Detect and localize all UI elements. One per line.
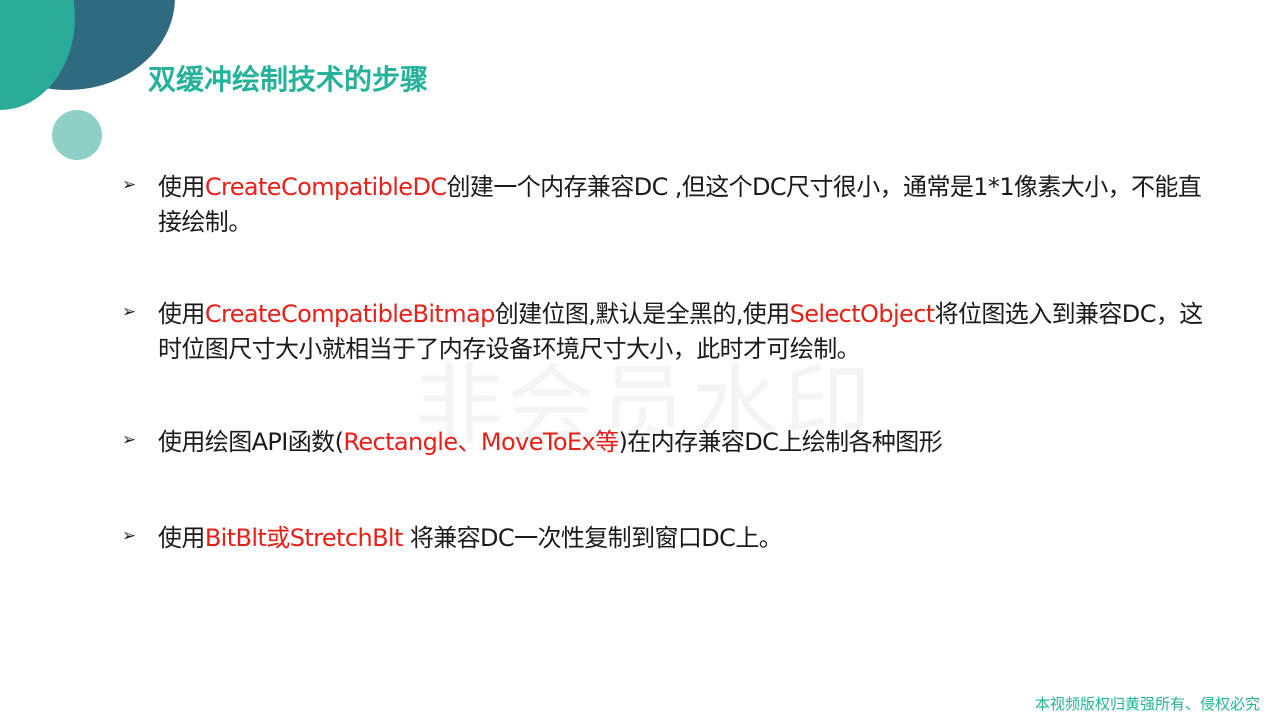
bullet-highlight: SelectObject xyxy=(789,300,936,328)
bullet-item-3: ➢ 使用绘图API函数(Rectangle、MoveToEx等)在内存兼容DC上… xyxy=(120,425,1220,460)
bullet-text-part: 使用 xyxy=(158,524,205,552)
bullet-text: 使用CreateCompatibleDC创建一个内存兼容DC ,但这个DC尺寸很… xyxy=(158,170,1220,240)
bullet-text-part: 使用 xyxy=(158,300,205,328)
copyright-footer: 本视频版权归黄强所有、侵权必究 xyxy=(1034,695,1260,713)
slide: 双缓冲绘制技术的步骤 非会员水印 ➢ 使用CreateCompatibleDC创… xyxy=(0,0,1280,720)
bullet-text-part: 使用绘图API函数( xyxy=(158,428,344,456)
bullet-text-part: 使用 xyxy=(158,173,205,201)
decor-circle-teal xyxy=(0,0,75,110)
bullet-highlight: CreateCompatibleBitmap xyxy=(204,300,496,328)
arrowhead-bullet-icon: ➢ xyxy=(122,526,137,546)
bullet-text: 使用BitBlt或StretchBlt 将兼容DC一次性复制到窗口DC上。 xyxy=(158,521,1220,556)
bullet-item-1: ➢ 使用CreateCompatibleDC创建一个内存兼容DC ,但这个DC尺… xyxy=(120,170,1220,240)
arrowhead-bullet-icon: ➢ xyxy=(122,175,137,195)
bullet-text: 使用CreateCompatibleBitmap创建位图,默认是全黑的,使用Se… xyxy=(158,297,1220,367)
arrowhead-bullet-icon: ➢ xyxy=(122,430,137,450)
bullet-highlight: Rectangle、MoveToEx等 xyxy=(343,428,619,456)
bullet-highlight: CreateCompatibleDC xyxy=(204,173,447,201)
bullet-text-part: )在内存兼容DC上绘制各种图形 xyxy=(618,428,943,456)
slide-title: 双缓冲绘制技术的步骤 xyxy=(148,63,429,96)
bullet-text: 使用绘图API函数(Rectangle、MoveToEx等)在内存兼容DC上绘制… xyxy=(158,425,1220,460)
bullet-item-4: ➢ 使用BitBlt或StretchBlt 将兼容DC一次性复制到窗口DC上。 xyxy=(120,521,1220,556)
decor-circle-small xyxy=(52,110,102,160)
bullet-text-part: 将兼容DC一次性复制到窗口DC上。 xyxy=(402,524,783,552)
bullet-item-2: ➢ 使用CreateCompatibleBitmap创建位图,默认是全黑的,使用… xyxy=(120,297,1220,367)
arrowhead-bullet-icon: ➢ xyxy=(122,302,137,322)
bullet-text-part: 创建位图,默认是全黑的,使用 xyxy=(494,300,790,328)
bullet-highlight: BitBlt或StretchBlt xyxy=(204,524,404,552)
